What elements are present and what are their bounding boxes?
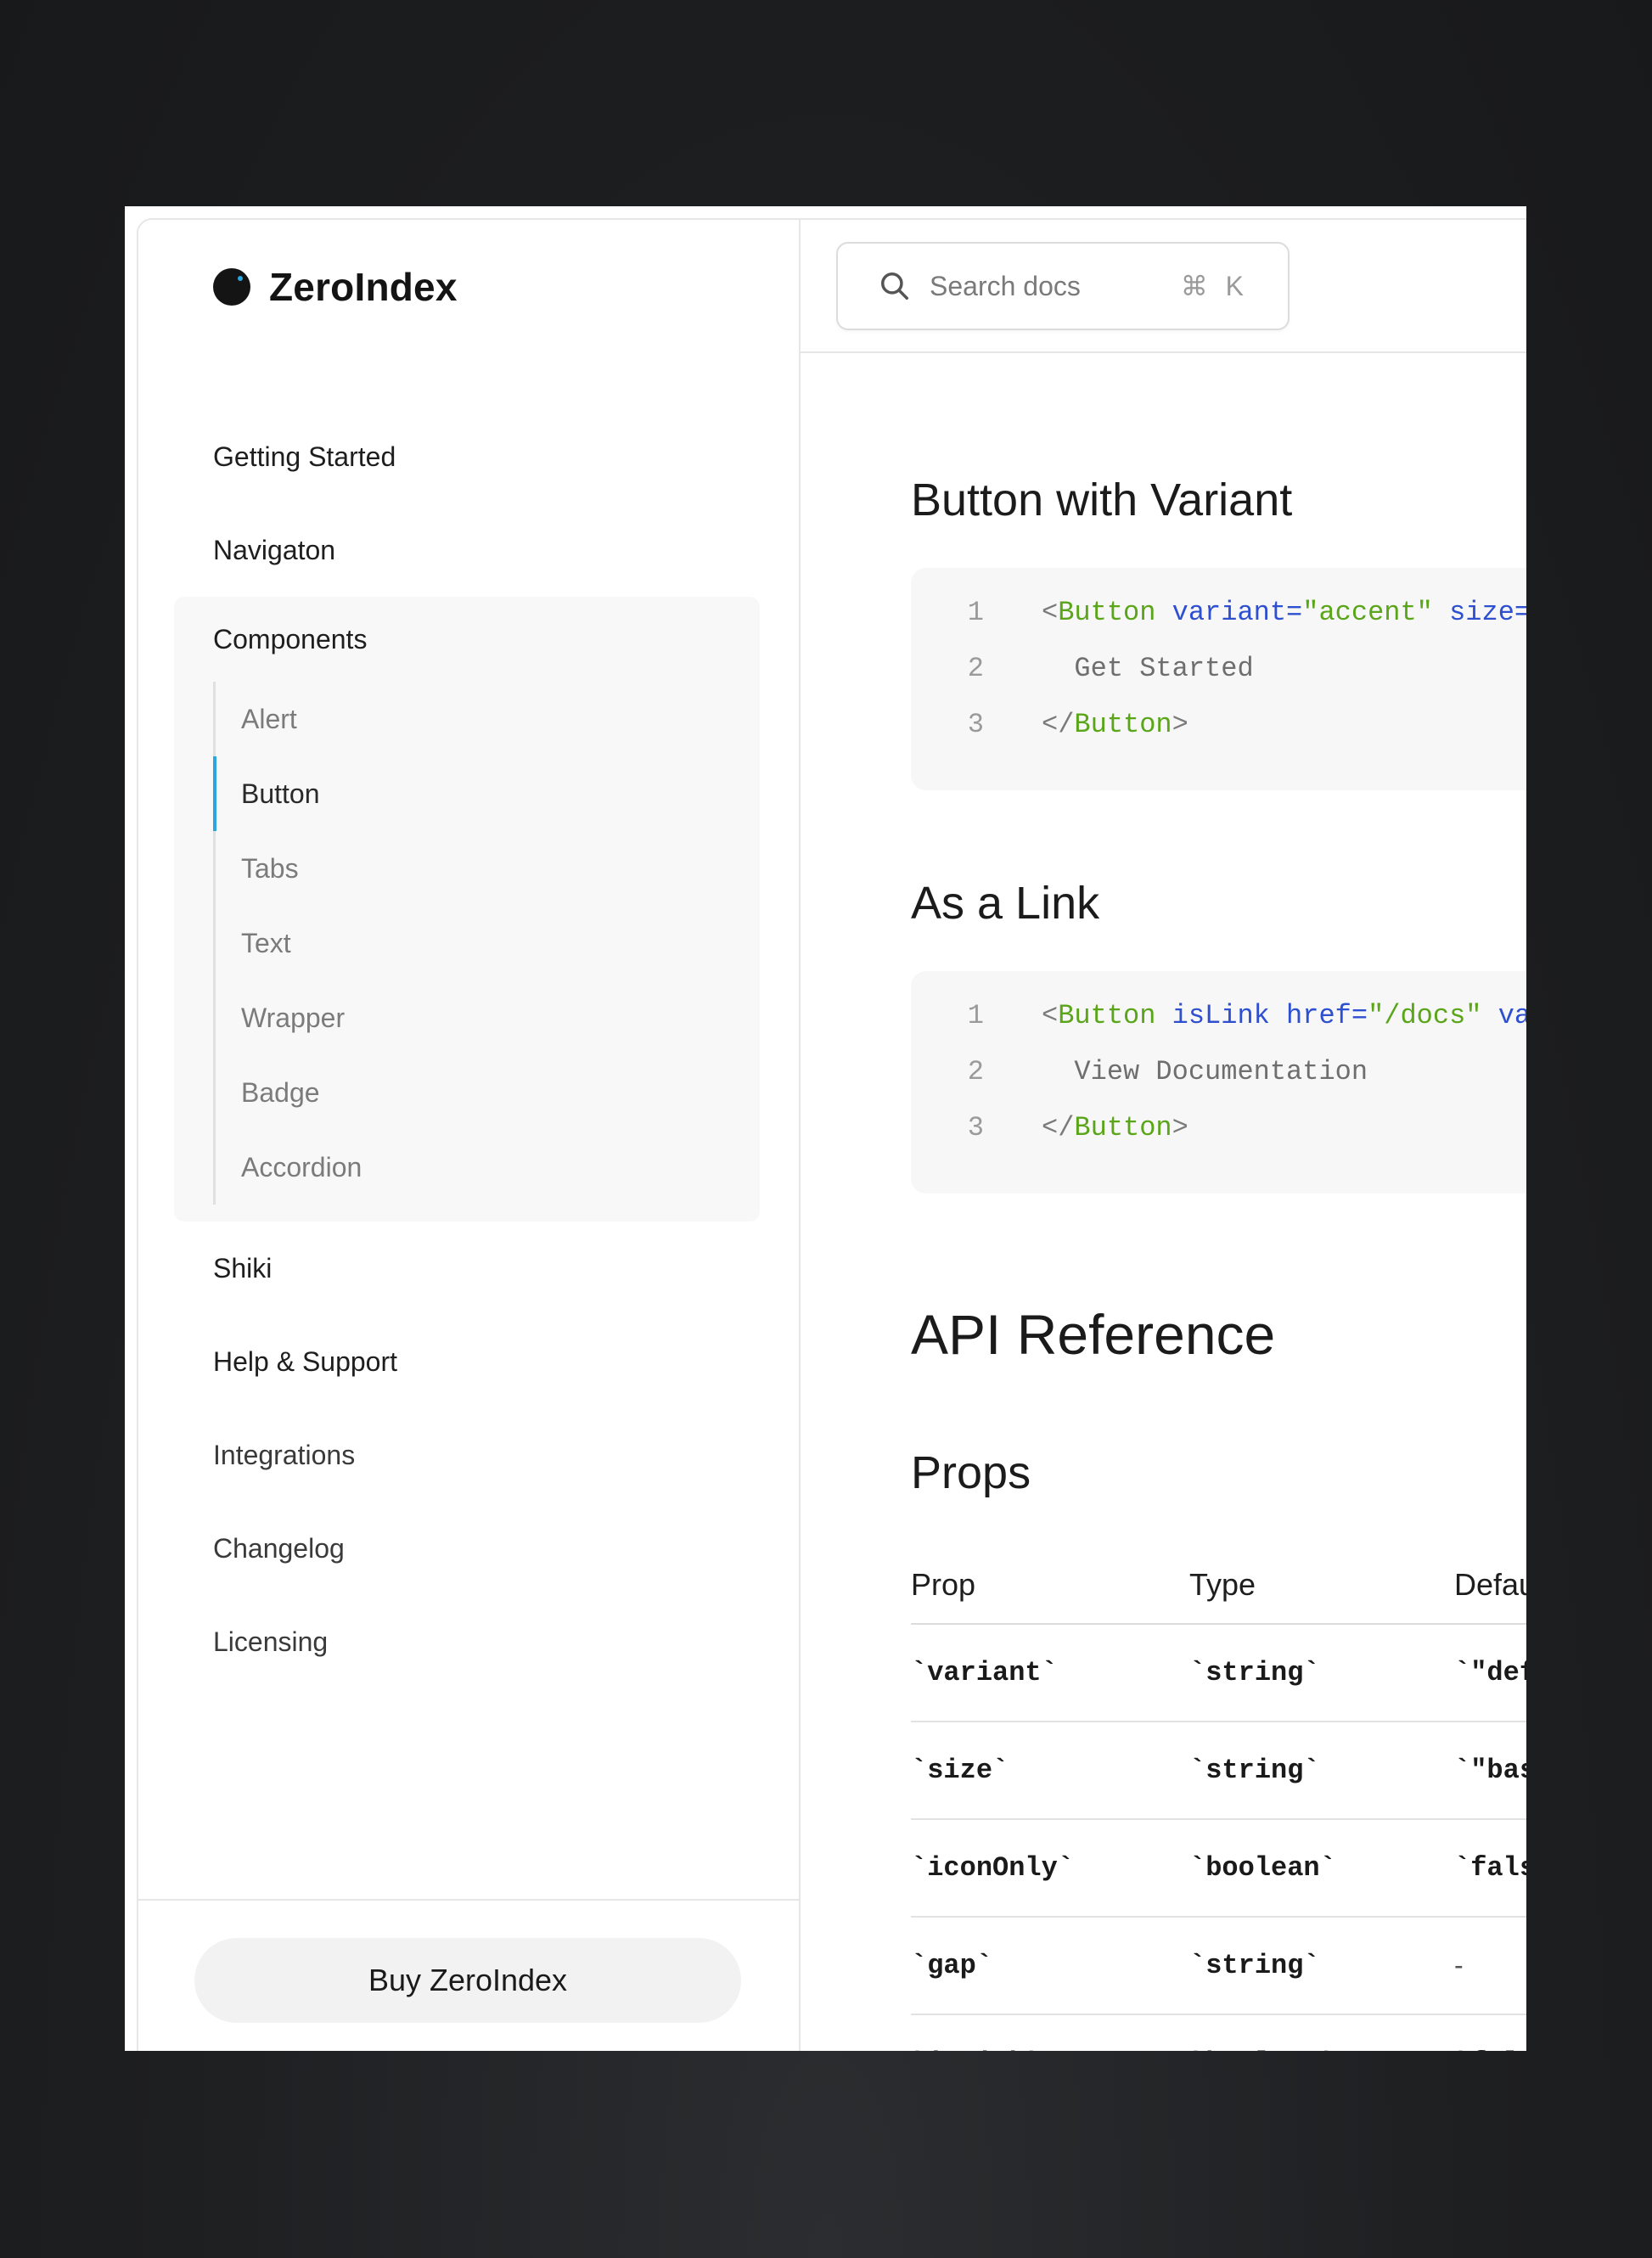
code-token: "accent" — [1302, 596, 1433, 628]
search-shortcut: ⌘ K — [1180, 271, 1249, 301]
sidebar-item-licensing[interactable]: Licensing — [174, 1595, 760, 1688]
app-window: ZeroIndex Getting Started Navigaton Comp… — [125, 206, 1526, 2051]
prop-default: `"base" — [1454, 1755, 1526, 1786]
code-text: </Button> — [1042, 1112, 1188, 1143]
search-input[interactable]: Search docs ⌘ K — [836, 242, 1290, 330]
code-text: Get Started — [1042, 652, 1254, 684]
brand-name: ZeroIndex — [269, 265, 458, 309]
code-token: "/docs" — [1368, 999, 1482, 1031]
line-number: 3 — [967, 708, 984, 740]
table-row: `iconOnly` `boolean` `false — [911, 1820, 1526, 1918]
line-number: 2 — [967, 1055, 984, 1087]
app-frame: ZeroIndex Getting Started Navigaton Comp… — [137, 218, 1526, 2051]
table-row: `gap` `string` - — [911, 1918, 1526, 2015]
code-token: < — [1042, 999, 1059, 1031]
prop-name: `variant` — [911, 1657, 1058, 1688]
line-number: 3 — [967, 1111, 984, 1143]
code-text: View Documentation — [1042, 1055, 1368, 1087]
code-line: 2 Get Started — [911, 647, 1254, 689]
column-header-default: Default — [1454, 1567, 1526, 1602]
prop-name: `isLink` — [911, 2015, 1042, 2051]
main-content: Search docs ⌘ K Button with Variant 1 <B… — [801, 220, 1526, 2051]
code-token: href= — [1269, 999, 1368, 1031]
table-row: `variant` `string` `"defau — [911, 1625, 1526, 1722]
prop-type: `boolean` — [1189, 1852, 1336, 1884]
sidebar-item-navigation[interactable]: Navigaton — [174, 503, 760, 597]
code-token: > — [1172, 708, 1188, 740]
sidebar-subitem-badge[interactable]: Badge — [213, 1055, 760, 1130]
prop-type: `string` — [1189, 1950, 1320, 1981]
code-line: 2 View Documentation — [911, 1050, 1368, 1092]
table-row: `size` `string` `"base" — [911, 1722, 1526, 1820]
code-token: size= — [1432, 596, 1526, 628]
components-submenu: Alert Button Tabs Text Wrapper Badge Acc… — [213, 682, 760, 1205]
prop-type: `string` — [1189, 1755, 1320, 1786]
code-text: <Button isLink href="/docs" va — [1042, 1000, 1526, 1031]
prop-name: `gap` — [911, 1950, 993, 1981]
search-icon — [881, 272, 908, 300]
code-token: variant= — [1155, 596, 1303, 628]
sidebar-footer: Buy ZeroIndex — [138, 1899, 799, 2051]
sidebar-item-shiki[interactable]: Shiki — [174, 1222, 760, 1315]
table-row: `isLink` `boolean` `false — [911, 2015, 1526, 2051]
code-line: 1 <Button variant="accent" size= — [911, 591, 1526, 633]
sidebar-item-changelog[interactable]: Changelog — [174, 1502, 760, 1595]
code-text: </Button> — [1042, 709, 1188, 740]
sidebar-group-components: Components Alert Button Tabs Text Wrappe… — [174, 597, 760, 1222]
code-token: Button — [1074, 708, 1172, 740]
prop-type: `string` — [1189, 1657, 1320, 1688]
prop-default: - — [1454, 1950, 1464, 1980]
code-token: Button — [1074, 1111, 1172, 1143]
sidebar-subitem-accordion[interactable]: Accordion — [213, 1130, 760, 1205]
line-number: 1 — [967, 999, 984, 1031]
code-line: 3 </Button> — [911, 703, 1188, 745]
code-token: Button — [1058, 596, 1156, 628]
section-title-variant: Button with Variant — [911, 475, 1293, 525]
props-title: Props — [911, 1447, 1031, 1498]
api-reference-title: API Reference — [911, 1303, 1276, 1366]
sidebar-item-getting-started[interactable]: Getting Started — [174, 410, 760, 503]
sidebar-item-components[interactable]: Components — [174, 597, 760, 682]
prop-default: `"defau — [1454, 1657, 1526, 1688]
section-title-link: As a Link — [911, 878, 1100, 929]
code-token: > — [1172, 1111, 1188, 1143]
sidebar-subitem-alert[interactable]: Alert — [213, 682, 760, 756]
sidebar: ZeroIndex Getting Started Navigaton Comp… — [138, 220, 801, 2051]
code-token: </ — [1042, 1111, 1075, 1143]
search-placeholder: Search docs — [930, 270, 1081, 301]
prop-name: `size` — [911, 1755, 1009, 1786]
code-token: va — [1481, 999, 1526, 1031]
code-block-link: 1 <Button isLink href="/docs" va 2 View … — [911, 971, 1526, 1194]
sidebar-subitem-wrapper[interactable]: Wrapper — [213, 980, 760, 1055]
sidebar-item-help-support[interactable]: Help & Support — [174, 1315, 760, 1408]
code-line: 3 </Button> — [911, 1106, 1188, 1149]
line-number: 2 — [967, 652, 984, 684]
line-number: 1 — [967, 596, 984, 628]
sidebar-nav: Getting Started Navigaton Components Ale… — [174, 410, 760, 1688]
code-token: < — [1042, 596, 1059, 628]
sidebar-subitem-tabs[interactable]: Tabs — [213, 831, 760, 906]
buy-button[interactable]: Buy ZeroIndex — [194, 1938, 741, 2023]
prop-name: `iconOnly` — [911, 1852, 1075, 1884]
prop-type: `boolean` — [1189, 2015, 1336, 2051]
column-header-prop: Prop — [911, 1567, 976, 1602]
sidebar-subitem-button[interactable]: Button — [213, 756, 760, 831]
brand[interactable]: ZeroIndex — [213, 264, 458, 310]
code-block-variant: 1 <Button variant="accent" size= 2 Get S… — [911, 568, 1526, 790]
props-table: Prop Type Default `variant` `string` `"d… — [911, 1547, 1526, 2051]
code-token: </ — [1042, 708, 1075, 740]
column-header-type: Type — [1189, 1567, 1256, 1602]
code-line: 1 <Button isLink href="/docs" va — [911, 994, 1526, 1036]
brand-logo-icon — [213, 268, 250, 306]
code-token: Button — [1058, 999, 1156, 1031]
prop-default: `false — [1454, 2015, 1526, 2051]
code-token: isLink — [1155, 999, 1270, 1031]
sidebar-item-integrations[interactable]: Integrations — [174, 1408, 760, 1502]
topbar: Search docs ⌘ K — [801, 220, 1526, 353]
table-header: Prop Type Default — [911, 1547, 1526, 1625]
code-text: <Button variant="accent" size= — [1042, 597, 1526, 628]
prop-default: `false — [1454, 1852, 1526, 1884]
sidebar-subitem-text[interactable]: Text — [213, 906, 760, 980]
